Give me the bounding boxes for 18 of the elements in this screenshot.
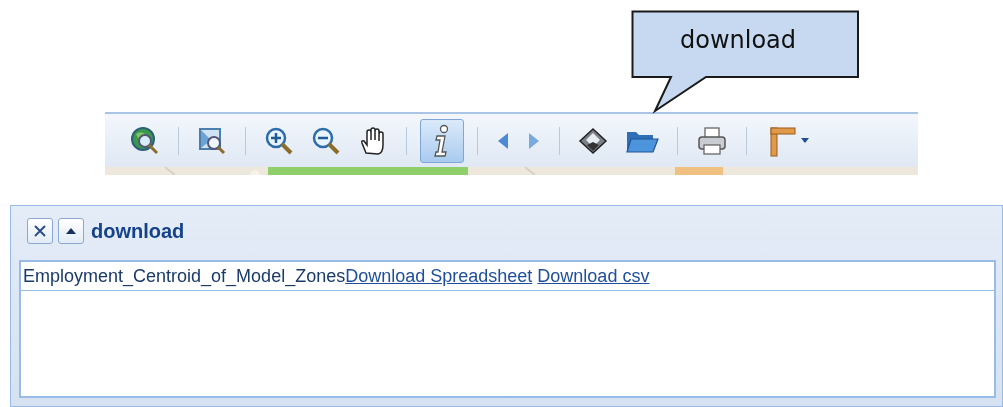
zoom-out-icon bbox=[311, 125, 341, 156]
download-link[interactable]: Download csv bbox=[537, 266, 650, 286]
close-button[interactable] bbox=[27, 218, 53, 244]
info-button[interactable] bbox=[420, 118, 464, 163]
close-icon bbox=[33, 224, 47, 238]
zoom-in-icon bbox=[264, 125, 294, 156]
left-triangle-icon bbox=[496, 130, 510, 151]
layer-name: Employment_Centroid_of_Model_Zones bbox=[23, 266, 346, 286]
globe-icon bbox=[130, 125, 160, 156]
right-triangle-icon bbox=[527, 130, 541, 151]
collapse-button[interactable] bbox=[58, 218, 84, 244]
download-link[interactable]: Download Spreadsheet bbox=[345, 266, 533, 286]
panel-title: download bbox=[91, 219, 185, 243]
callout-text: download bbox=[680, 26, 797, 54]
printer-icon bbox=[696, 125, 728, 156]
up-triangle-icon bbox=[65, 227, 77, 235]
map-magnifier-icon bbox=[197, 125, 227, 156]
diamond-icon bbox=[578, 125, 608, 156]
